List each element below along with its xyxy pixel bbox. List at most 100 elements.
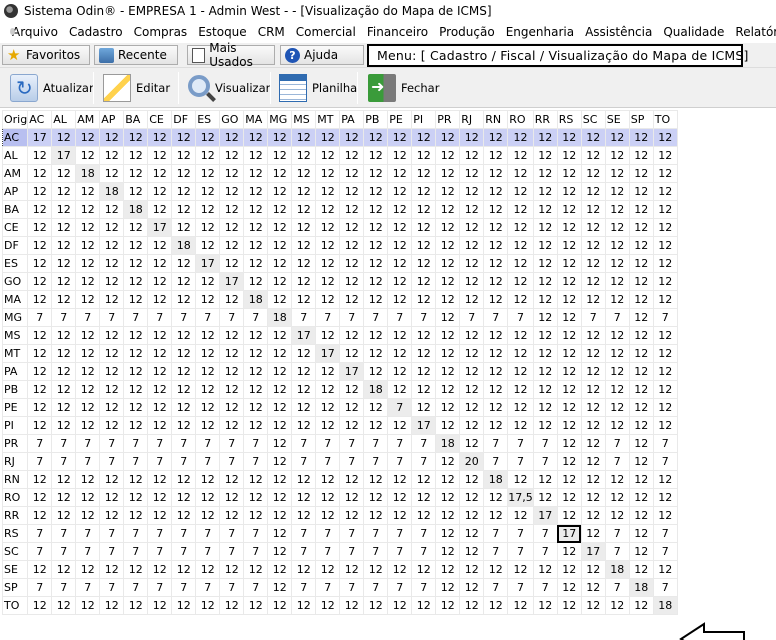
icms-rate-cell[interactable]: 12 — [219, 596, 245, 615]
icms-rate-cell[interactable]: 12 — [27, 380, 53, 399]
icms-rate-cell[interactable]: 12 — [51, 488, 77, 507]
icms-rate-cell[interactable]: 7 — [195, 434, 221, 453]
icms-rate-cell[interactable]: 12 — [75, 128, 101, 147]
icms-rate-cell[interactable]: 12 — [75, 596, 101, 615]
icms-rate-cell[interactable]: 12 — [459, 200, 485, 219]
icms-rate-cell[interactable]: 12 — [123, 506, 149, 525]
icms-rate-cell[interactable]: 12 — [604, 128, 630, 147]
icms-rate-cell[interactable]: 12 — [315, 164, 341, 183]
icms-rate-cell[interactable]: 7 — [411, 452, 437, 471]
table-row[interactable]: CE 12 12 12 12 12 17 12 12 12 12 12 12 12 12 12 12 12 12 12… — [1, 218, 678, 237]
icms-rate-cell[interactable]: 12 — [219, 506, 245, 525]
icms-rate-cell[interactable]: 12 — [147, 254, 173, 273]
icms-rate-cell[interactable]: 12 — [219, 200, 245, 219]
icms-rate-cell[interactable]: 12 — [339, 344, 365, 363]
icms-rate-cell[interactable]: 7 — [27, 452, 53, 471]
icms-rate-cell[interactable]: 12 — [219, 560, 245, 579]
icms-rate-cell[interactable]: 12 — [195, 560, 221, 579]
icms-rate-cell[interactable]: 12 — [604, 488, 630, 507]
table-row[interactable]: MG 7 7 7 7 7 7 7 7 7 7 18 7 7 7 7 7 7 12 7 7 7 12 12 7 7 12 7 — [1, 308, 678, 327]
row-header-go[interactable]: GO — [1, 272, 29, 291]
icms-rate-cell[interactable]: 12 — [652, 344, 678, 363]
icms-rate-cell[interactable]: 12 — [123, 128, 149, 147]
icms-rate-cell[interactable]: 12 — [483, 596, 509, 615]
icms-rate-cell[interactable]: 12 — [243, 488, 269, 507]
icms-rate-cell[interactable]: 12 — [652, 416, 678, 435]
icms-rate-cell[interactable]: 12 — [628, 470, 654, 489]
icms-rate-cell[interactable]: 12 — [27, 218, 53, 237]
icms-rate-cell[interactable]: 12 — [387, 326, 413, 345]
table-row[interactable]: PI 12 12 12 12 12 12 12 12 12 12 12 12 12 12 12 12 17 12 12… — [1, 416, 678, 435]
icms-rate-cell[interactable]: 12 — [99, 416, 125, 435]
icms-rate-cell[interactable]: 12 — [339, 380, 365, 399]
icms-rate-cell[interactable]: 12 — [387, 128, 413, 147]
icms-rate-cell[interactable]: 12 — [652, 506, 678, 525]
icms-rate-cell[interactable]: 7 — [483, 524, 509, 543]
icms-rate-cell[interactable]: 12 — [291, 362, 317, 381]
icms-rate-cell[interactable]: 12 — [580, 182, 606, 201]
icms-rate-cell[interactable]: 12 — [291, 146, 317, 165]
icms-rate-cell[interactable]: 12 — [195, 506, 221, 525]
icms-rate-cell[interactable]: 12 — [459, 254, 485, 273]
icms-rate-cell[interactable]: 12 — [532, 362, 558, 381]
icms-rate-cell[interactable]: 12 — [243, 254, 269, 273]
icms-rate-cell[interactable]: 12 — [580, 218, 606, 237]
icms-rate-cell[interactable]: 12 — [267, 434, 293, 453]
icms-rate-cell[interactable]: 12 — [123, 380, 149, 399]
icms-rate-cell[interactable]: 12 — [51, 506, 77, 525]
icms-rate-cell[interactable]: 12 — [171, 596, 197, 615]
icms-rate-cell[interactable]: 12 — [219, 290, 245, 309]
icms-rate-cell[interactable]: 12 — [556, 146, 582, 165]
table-row[interactable]: GO 12 12 12 12 12 12 12 12 17 12 12 12 12 12 12 12 12 12 12… — [1, 272, 678, 291]
icms-rate-cell[interactable]: 7 — [195, 542, 221, 561]
icms-rate-cell[interactable]: 12 — [435, 524, 461, 543]
icms-rate-cell[interactable]: 12 — [580, 344, 606, 363]
icms-rate-cell[interactable]: 7 — [459, 308, 485, 327]
icms-rate-cell[interactable]: 12 — [195, 236, 221, 255]
icms-rate-cell[interactable]: 12 — [123, 398, 149, 417]
icms-rate-cell[interactable]: 12 — [532, 236, 558, 255]
icms-rate-cell[interactable]: 17 — [51, 146, 77, 165]
icms-rate-cell[interactable]: 12 — [123, 470, 149, 489]
icms-rate-cell[interactable]: 12 — [532, 416, 558, 435]
icms-rate-cell[interactable]: 12 — [507, 218, 534, 237]
icms-rate-cell[interactable]: 12 — [652, 470, 678, 489]
icms-rate-cell[interactable]: 12 — [532, 596, 558, 615]
icms-rate-cell[interactable]: 12 — [435, 344, 461, 363]
icms-rate-cell[interactable]: 12 — [27, 560, 53, 579]
icms-rate-cell[interactable]: 12 — [532, 218, 558, 237]
icms-rate-cell[interactable]: 12 — [147, 290, 173, 309]
icms-rate-cell[interactable]: 12 — [27, 596, 53, 615]
icms-rate-cell[interactable]: 12 — [291, 470, 317, 489]
icms-rate-cell[interactable]: 7 — [387, 398, 413, 417]
icms-rate-cell[interactable]: 12 — [387, 290, 413, 309]
icms-rate-cell[interactable]: 12 — [99, 470, 125, 489]
icms-rate-cell[interactable]: 7 — [291, 524, 317, 543]
icms-rate-cell[interactable]: 7 — [315, 524, 341, 543]
icms-rate-cell[interactable]: 12 — [459, 164, 485, 183]
icms-rate-cell[interactable]: 12 — [171, 488, 197, 507]
icms-rate-cell[interactable]: 12 — [363, 164, 389, 183]
icms-rate-cell[interactable]: 12 — [628, 596, 654, 615]
icms-rate-cell[interactable]: 12 — [219, 236, 245, 255]
icms-rate-cell[interactable]: 12 — [267, 164, 293, 183]
icms-rate-cell[interactable]: 7 — [483, 452, 509, 471]
icms-rate-cell[interactable]: 12 — [435, 200, 461, 219]
column-header-mg[interactable]: MG — [267, 110, 293, 129]
icms-rate-cell[interactable]: 12 — [195, 182, 221, 201]
icms-rate-cell[interactable]: 12 — [556, 272, 582, 291]
icms-rate-cell[interactable]: 12 — [243, 416, 269, 435]
icms-rate-cell[interactable]: 12 — [435, 254, 461, 273]
column-header-se[interactable]: SE — [604, 110, 630, 129]
icms-rate-cell[interactable]: 12 — [556, 596, 582, 615]
icms-rate-cell[interactable]: 12 — [459, 416, 485, 435]
icms-rate-cell[interactable]: 12 — [219, 416, 245, 435]
icms-rate-cell[interactable]: 18 — [604, 560, 630, 579]
icms-rate-cell[interactable]: 12 — [147, 128, 173, 147]
atualizar-button[interactable]: Atualizar — [10, 70, 94, 106]
icms-rate-cell[interactable]: 7 — [411, 308, 437, 327]
icms-rate-cell[interactable]: 12 — [171, 218, 197, 237]
icms-rate-cell[interactable]: 12 — [315, 272, 341, 291]
icms-rate-cell[interactable]: 7 — [123, 308, 149, 327]
row-header-mg[interactable]: MG — [1, 308, 29, 327]
